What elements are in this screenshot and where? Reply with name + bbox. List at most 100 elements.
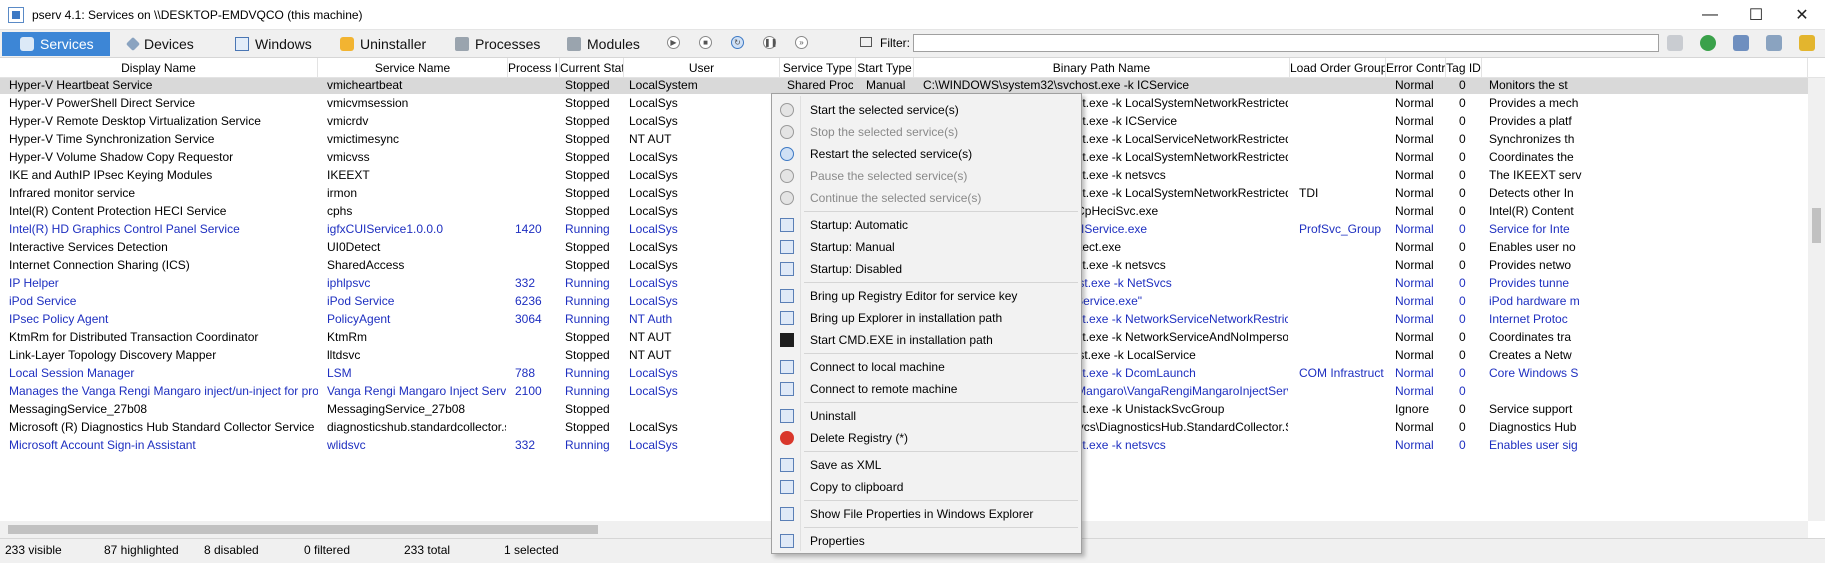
- menu-item-label: Stop the selected service(s): [810, 125, 959, 139]
- pause-service-icon[interactable]: ❚❚: [763, 36, 777, 49]
- menu-separator: [804, 353, 1078, 354]
- maximize-button[interactable]: ☐: [1733, 0, 1779, 30]
- cell-tag: 0: [1459, 258, 1466, 272]
- tab-devices[interactable]: Devices: [125, 32, 218, 56]
- cell-error: Normal: [1395, 186, 1434, 200]
- restart-service-icon[interactable]: ↻: [731, 36, 744, 49]
- menu-item-stop[interactable]: Stop the selected service(s): [774, 121, 1079, 143]
- minimize-button[interactable]: —: [1687, 0, 1733, 30]
- cell-pid: [515, 256, 554, 274]
- column-header-type[interactable]: Service Type: [780, 58, 856, 78]
- menu-item-cmd[interactable]: Start CMD.EXE in installation path: [774, 329, 1079, 351]
- cell-pid: 6236: [515, 294, 542, 308]
- tab-services[interactable]: Services: [2, 32, 110, 56]
- startup-manual-icon: [780, 240, 794, 254]
- continue-service-icon[interactable]: »: [795, 36, 808, 49]
- menu-item-play[interactable]: Start the selected service(s): [774, 99, 1079, 121]
- filter-icon: [860, 37, 872, 47]
- menu-item-pause[interactable]: Pause the selected service(s): [774, 165, 1079, 187]
- column-header-service[interactable]: Service Name: [318, 58, 508, 78]
- close-button[interactable]: ✕: [1779, 0, 1825, 30]
- column-header-tag[interactable]: Tag ID: [1446, 58, 1482, 78]
- column-header-start[interactable]: Start Type: [856, 58, 914, 78]
- tab-uninstaller[interactable]: Uninstaller: [340, 32, 440, 56]
- cell-user: LocalSys: [629, 366, 678, 380]
- cell-state: Running: [565, 366, 610, 380]
- horizontal-scroll-thumb[interactable]: [8, 525, 598, 534]
- menu-item-remote-computer[interactable]: Connect to remote machine: [774, 378, 1079, 400]
- cell-tag: 0: [1459, 402, 1466, 416]
- menu-item-continue[interactable]: Continue the selected service(s): [774, 187, 1079, 209]
- continue-icon: [780, 191, 794, 205]
- cell-desc: Intel(R) Content: [1489, 204, 1574, 218]
- stop-service-icon[interactable]: ■: [699, 36, 712, 49]
- table-row[interactable]: Hyper-V Heartbeat Service vmicheartbeat St…: [0, 78, 1808, 94]
- cell-error: Normal: [1395, 366, 1434, 380]
- cell-error: Normal: [1395, 276, 1434, 290]
- cell-error: Normal: [1395, 294, 1434, 308]
- column-header: Display NameService NameProcess IDCurren…: [0, 58, 1825, 78]
- column-header-state[interactable]: Current State: [560, 58, 624, 78]
- menu-item-registry[interactable]: Bring up Registry Editor for service key: [774, 285, 1079, 307]
- clipboard-icon: [780, 480, 794, 494]
- column-header-path[interactable]: Binary Path Name: [914, 58, 1290, 78]
- cell-pid: [515, 346, 554, 364]
- cell-user: LocalSystem: [629, 78, 698, 92]
- cell-display: Manages the Vanga Rengi Mangaro inject/u…: [9, 384, 318, 398]
- cell-desc: Synchronizes th: [1489, 132, 1575, 146]
- start-service-icon[interactable]: ▶: [667, 36, 680, 49]
- filter-input[interactable]: [913, 34, 1659, 52]
- cell-state: Stopped: [565, 150, 610, 164]
- refresh-icon[interactable]: [1700, 35, 1716, 51]
- filter-label: Filter:: [880, 36, 910, 50]
- cell-display: MessagingService_27b08: [9, 402, 148, 416]
- vertical-scroll-thumb[interactable]: [1812, 208, 1821, 243]
- menu-item-file-properties[interactable]: Show File Properties in Windows Explorer: [774, 503, 1079, 525]
- play-icon: [780, 103, 794, 117]
- column-header-desc[interactable]: [1482, 58, 1808, 78]
- menu-item-delete[interactable]: Delete Registry (*): [774, 427, 1079, 449]
- save-icon[interactable]: [1733, 35, 1749, 51]
- vertical-scrollbar[interactable]: [1808, 78, 1825, 521]
- cell-tag: 0: [1459, 132, 1466, 146]
- menu-item-uninstall[interactable]: Uninstall: [774, 405, 1079, 427]
- menu-item-restart[interactable]: Restart the selected service(s): [774, 143, 1079, 165]
- menu-item-save[interactable]: Save as XML: [774, 454, 1079, 476]
- cell-desc: Provides tunne: [1489, 276, 1570, 290]
- menu-item-properties[interactable]: Properties: [774, 530, 1079, 552]
- cell-display: iPod Service: [9, 294, 77, 308]
- tab-label: Uninstaller: [360, 36, 427, 52]
- cell-user: LocalSys: [629, 96, 678, 110]
- menu-item-label: Start CMD.EXE in installation path: [810, 333, 993, 347]
- menu-item-folder[interactable]: Bring up Explorer in installation path: [774, 307, 1079, 329]
- cell-service: vmicvss: [327, 150, 370, 164]
- cell-group: [1299, 130, 1384, 148]
- status-disabled: 8 disabled: [204, 543, 259, 557]
- tab-processes[interactable]: Processes: [455, 32, 555, 56]
- menu-item-startup-automatic[interactable]: Startup: Automatic: [774, 214, 1079, 236]
- menu-separator: [804, 500, 1078, 501]
- cell-error: Normal: [1395, 438, 1434, 452]
- menu-item-startup-manual[interactable]: Startup: Manual: [774, 236, 1079, 258]
- column-header-display[interactable]: Display Name: [0, 58, 318, 78]
- cell-user: LocalSys: [629, 438, 678, 452]
- column-header-user[interactable]: User: [624, 58, 780, 78]
- menu-item-clipboard[interactable]: Copy to clipboard: [774, 476, 1079, 498]
- column-header-group[interactable]: Load Order Group: [1290, 58, 1386, 78]
- cell-state: Running: [565, 222, 610, 236]
- column-header-error[interactable]: Error Control: [1386, 58, 1446, 78]
- status-total: 233 total: [404, 543, 451, 557]
- cell-error: Normal: [1395, 240, 1434, 254]
- tab-modules[interactable]: Modules: [567, 32, 657, 56]
- cell-desc: iPod hardware m: [1489, 294, 1580, 308]
- menu-item-computer[interactable]: Connect to local machine: [774, 356, 1079, 378]
- connect-icon[interactable]: [1766, 35, 1782, 51]
- tab-windows[interactable]: Windows: [235, 32, 325, 56]
- menu-item-startup-disabled[interactable]: Startup: Disabled: [774, 258, 1079, 280]
- cell-pid: [515, 418, 554, 436]
- cell-group: [1299, 94, 1384, 112]
- cell-error: Normal: [1395, 222, 1434, 236]
- settings-icon[interactable]: [1667, 35, 1683, 51]
- column-header-pid[interactable]: Process ID: [508, 58, 560, 78]
- about-icon[interactable]: [1799, 35, 1815, 51]
